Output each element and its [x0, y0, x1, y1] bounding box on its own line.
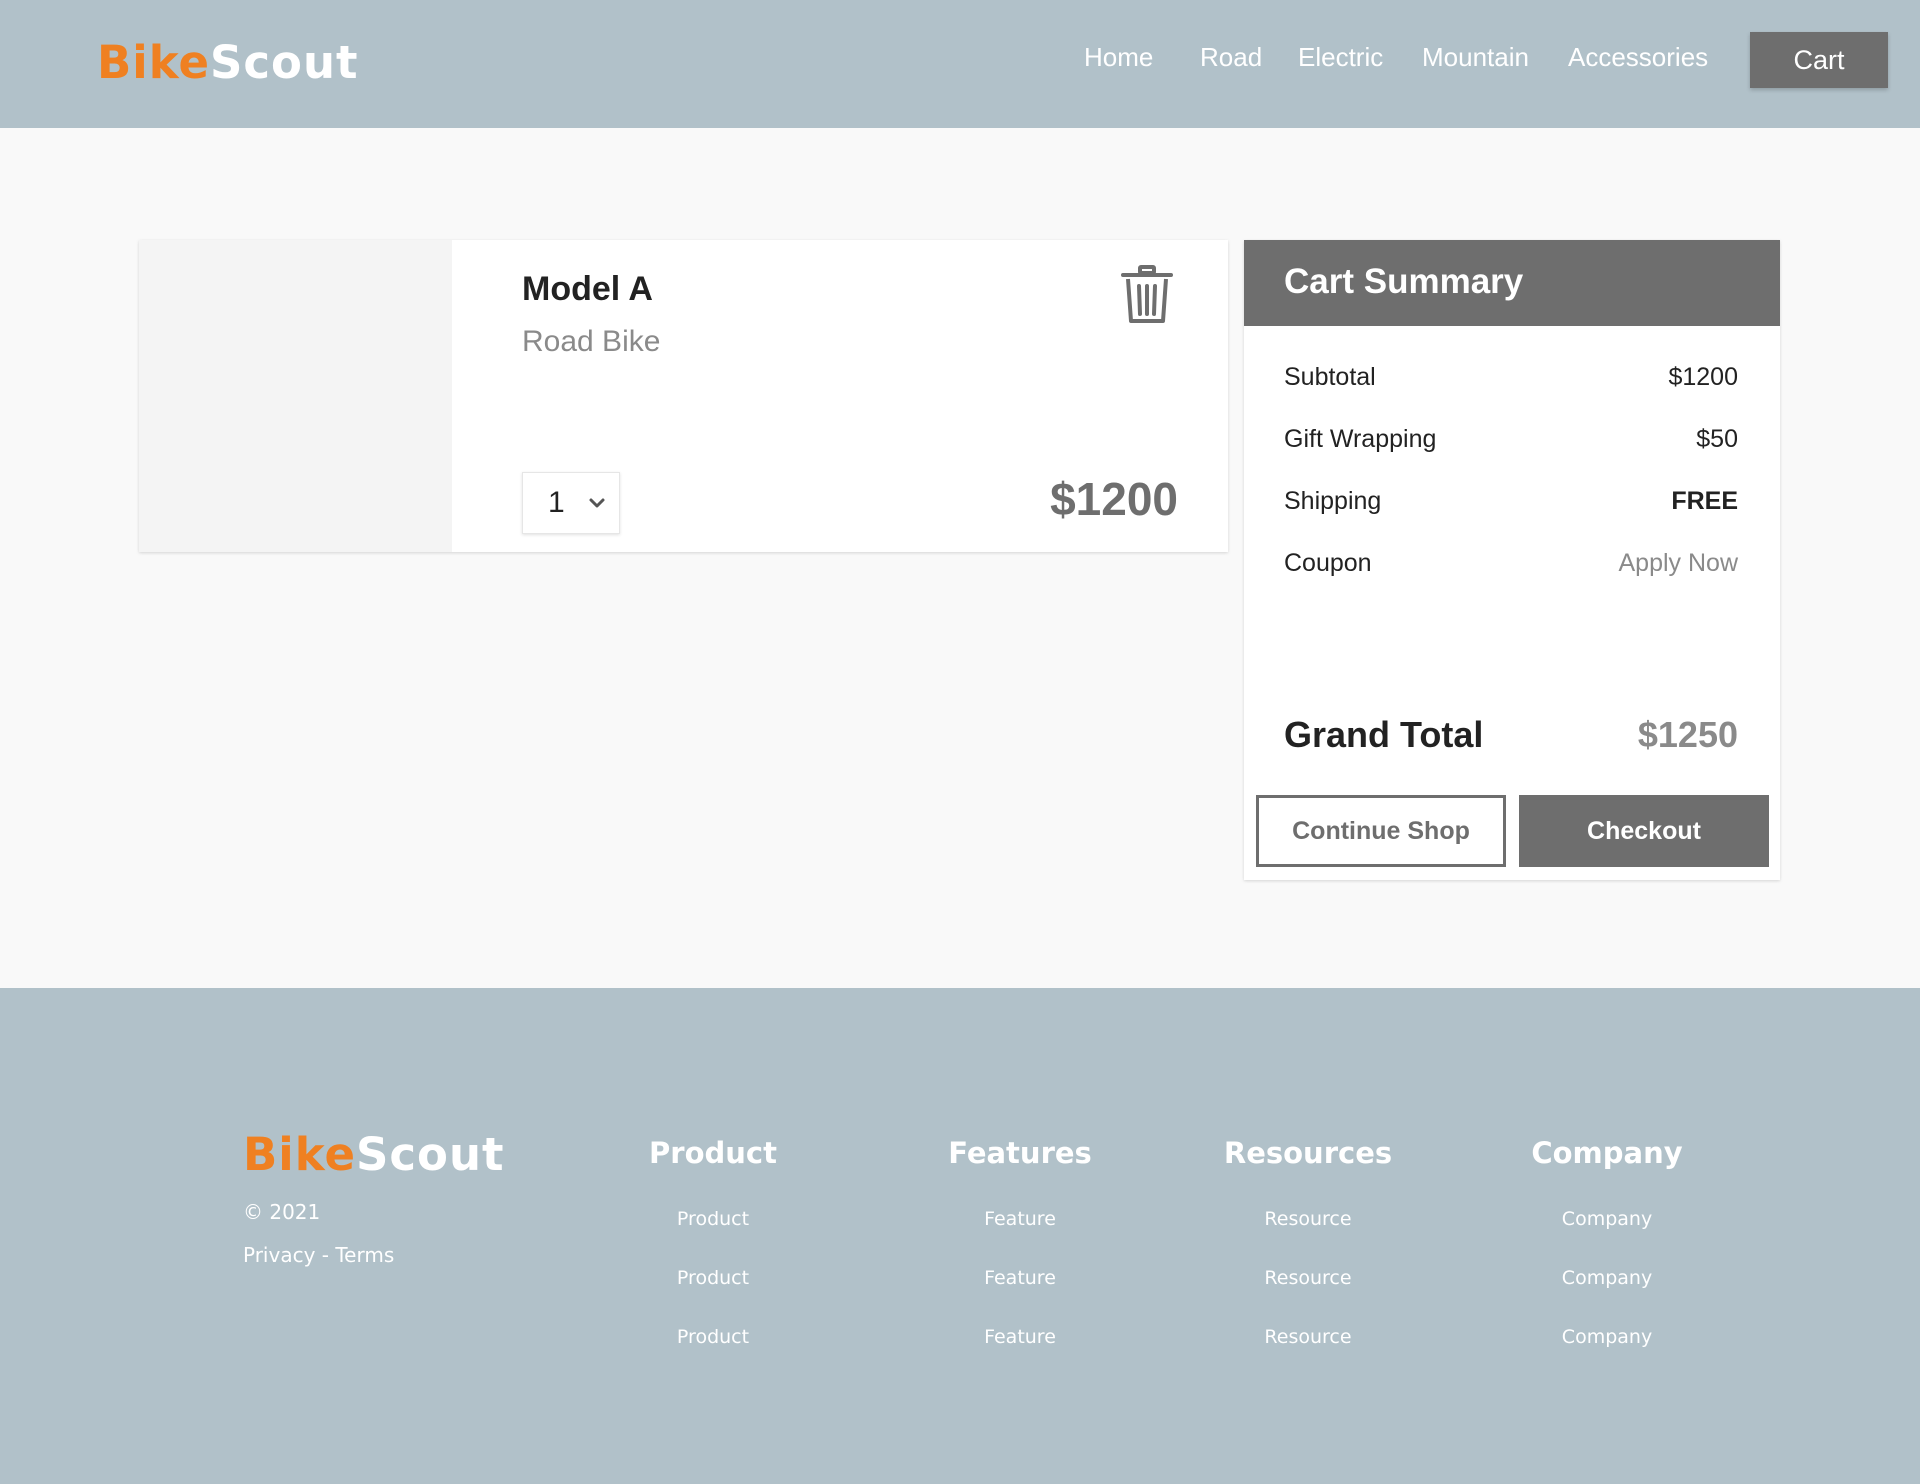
- nav-home[interactable]: Home: [1084, 42, 1153, 73]
- footer: BikeScout © 2021 Privacy - Terms Product…: [0, 988, 1920, 1484]
- quantity-select[interactable]: 1: [522, 472, 620, 534]
- footer-link-product[interactable]: Product: [677, 1208, 749, 1230]
- footer-heading-resources: Resources: [1223, 1136, 1393, 1170]
- product-type: Road Bike: [522, 325, 661, 358]
- footer-brand-part1: Bike: [243, 1128, 356, 1181]
- checkout-button[interactable]: Checkout: [1519, 795, 1769, 867]
- apply-coupon-link[interactable]: Apply Now: [1619, 549, 1739, 578]
- grand-total-label: Grand Total: [1284, 714, 1484, 755]
- footer-link-feature[interactable]: Feature: [984, 1267, 1056, 1289]
- footer-link-resource[interactable]: Resource: [1264, 1326, 1351, 1348]
- footer-heading-company: Company: [1531, 1136, 1683, 1170]
- nav-mountain[interactable]: Mountain: [1422, 42, 1529, 73]
- coupon-label: Coupon: [1284, 549, 1372, 577]
- cart-item-card: Model A Road Bike 1 $1200: [139, 240, 1228, 552]
- continue-shopping-button[interactable]: Continue Shop: [1256, 795, 1506, 867]
- subtotal-label: Subtotal: [1284, 363, 1376, 391]
- brand-logo-part2: Scout: [209, 36, 359, 89]
- product-price: $1200: [1050, 473, 1178, 525]
- brand-logo-part1: Bike: [97, 36, 210, 89]
- shipping-label: Shipping: [1284, 487, 1382, 515]
- cart-summary-header: Cart Summary: [1244, 240, 1780, 326]
- footer-heading-product: Product: [649, 1136, 777, 1170]
- gift-wrapping-label: Gift Wrapping: [1284, 425, 1437, 453]
- footer-link-product[interactable]: Product: [677, 1326, 749, 1348]
- shipping-value: FREE: [1671, 487, 1738, 515]
- cart-summary-title: Cart Summary: [1284, 262, 1524, 301]
- footer-link-company[interactable]: Company: [1562, 1208, 1652, 1230]
- nav-road[interactable]: Road: [1200, 42, 1262, 73]
- trash-icon[interactable]: [1120, 265, 1174, 325]
- subtotal-value: $1200: [1668, 363, 1738, 391]
- footer-link-resource[interactable]: Resource: [1264, 1208, 1351, 1230]
- product-image-placeholder: [139, 240, 452, 552]
- footer-link-company[interactable]: Company: [1562, 1267, 1652, 1289]
- footer-link-company[interactable]: Company: [1562, 1326, 1652, 1348]
- footer-brand-part2: Scout: [355, 1128, 505, 1181]
- legal-links[interactable]: Privacy - Terms: [243, 1243, 394, 1267]
- footer-brand-logo[interactable]: BikeScout: [243, 1128, 505, 1181]
- product-name: Model A: [522, 270, 653, 308]
- footer-link-product[interactable]: Product: [677, 1267, 749, 1289]
- footer-link-feature[interactable]: Feature: [984, 1326, 1056, 1348]
- quantity-value: 1: [548, 486, 565, 519]
- cart-button[interactable]: Cart: [1750, 32, 1888, 88]
- chevron-down-icon: [589, 498, 605, 508]
- footer-link-feature[interactable]: Feature: [984, 1208, 1056, 1230]
- nav-electric[interactable]: Electric: [1298, 42, 1383, 73]
- grand-total-value: $1250: [1637, 714, 1738, 755]
- gift-wrapping-value: $50: [1696, 425, 1738, 453]
- nav-accessories[interactable]: Accessories: [1568, 42, 1708, 73]
- copyright-text: © 2021: [243, 1200, 321, 1224]
- footer-heading-features: Features: [948, 1136, 1092, 1170]
- footer-link-resource[interactable]: Resource: [1264, 1267, 1351, 1289]
- brand-logo[interactable]: BikeScout: [97, 36, 359, 89]
- cart-summary: Cart Summary Subtotal $1200 Gift Wrappin…: [1244, 240, 1780, 880]
- header: BikeScout Home Road Electric Mountain Ac…: [0, 0, 1920, 128]
